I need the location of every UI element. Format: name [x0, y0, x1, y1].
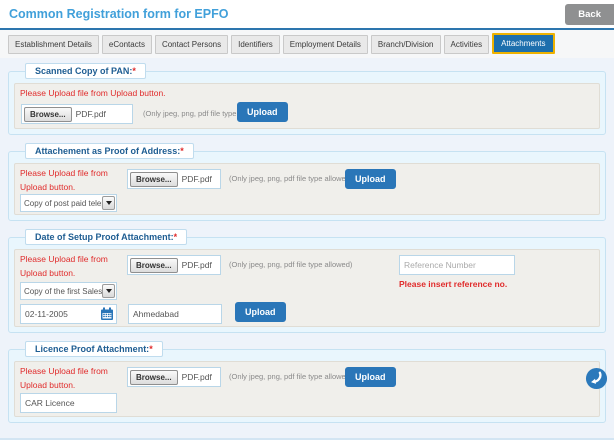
licence-file-input[interactable]: Browse... PDF.pdf — [127, 367, 221, 387]
tab-attachments[interactable]: Attachments — [492, 33, 554, 54]
address-file-name: PDF.pdf — [182, 174, 212, 184]
required-mark: * — [132, 66, 136, 76]
legend-text: Scanned Copy of PAN: — [35, 66, 132, 76]
file-type-note: (Only jpeg, png, pdf file type allowed) — [229, 174, 352, 183]
page-title: Common Registration form for EPFO — [9, 7, 228, 21]
licence-upload-button[interactable]: Upload — [345, 367, 396, 387]
setup-upload-button[interactable]: Upload — [235, 302, 286, 322]
setup-file-name: PDF.pdf — [182, 260, 212, 270]
setup-doc-type-value: Copy of the first Sales Inv — [21, 287, 102, 296]
section-scanned-pan: Scanned Copy of PAN:* Please Upload file… — [8, 71, 606, 135]
pan-upload-button[interactable]: Upload — [237, 102, 288, 122]
reference-error-text: Please insert reference no. — [399, 278, 507, 292]
required-mark: * — [149, 344, 153, 354]
upload-instruction-text: Please Upload file from Upload button. — [20, 365, 132, 392]
page-header: Common Registration form for EPFO Back — [0, 0, 614, 28]
setup-doc-type-select[interactable]: Copy of the first Sales Inv — [20, 282, 117, 300]
scroll-down-icon — [585, 378, 608, 393]
licence-browse-button[interactable]: Browse... — [130, 370, 178, 385]
pan-file-input[interactable]: Browse... PDF.pdf — [21, 104, 133, 124]
tab-identifiers[interactable]: Identifiers — [231, 35, 280, 54]
tab-branch-division[interactable]: Branch/Division — [371, 35, 441, 54]
tab-employment-details[interactable]: Employment Details — [283, 35, 368, 54]
legend-text: Date of Setup Proof Attachment: — [35, 232, 174, 242]
section-licence-proof: Licence Proof Attachment:* Please Upload… — [8, 349, 606, 423]
setup-browse-button[interactable]: Browse... — [130, 258, 178, 273]
section-address-proof-body: Please Upload file from Upload button. B… — [14, 163, 600, 215]
tab-contact-persons[interactable]: Contact Persons — [155, 35, 228, 54]
section-setup-date-proof: Date of Setup Proof Attachment:* Please … — [8, 237, 606, 333]
reference-number-input[interactable] — [399, 255, 515, 275]
tab-establishment-details[interactable]: Establishment Details — [8, 35, 99, 54]
address-doc-type-value: Copy of post paid telephi — [21, 199, 102, 208]
pan-file-name: PDF.pdf — [76, 109, 106, 119]
upload-instruction-text: Please Upload file from Upload button. — [20, 253, 132, 280]
legend-text: Attachement as Proof of Address: — [35, 146, 180, 156]
calendar-icon[interactable] — [100, 307, 114, 321]
required-mark: * — [174, 232, 178, 242]
legend-text: Licence Proof Attachment: — [35, 344, 149, 354]
section-licence-proof-legend: Licence Proof Attachment:* — [25, 341, 163, 357]
dropdown-arrow-icon[interactable] — [102, 196, 115, 210]
section-scanned-pan-legend: Scanned Copy of PAN:* — [25, 63, 146, 79]
address-browse-button[interactable]: Browse... — [130, 172, 178, 187]
section-address-proof: Attachement as Proof of Address:* Please… — [8, 151, 606, 221]
scroll-down-button[interactable] — [585, 367, 608, 390]
section-setup-date-proof-legend: Date of Setup Proof Attachment:* — [25, 229, 187, 245]
upload-instruction-text: Please Upload file from Upload button. — [20, 87, 166, 101]
pan-browse-button[interactable]: Browse... — [24, 107, 72, 122]
licence-file-name: PDF.pdf — [182, 372, 212, 382]
file-type-note: (Only jpeg, png, pdf file type allowed) — [229, 372, 352, 381]
section-scanned-pan-body: Please Upload file from Upload button. B… — [14, 83, 600, 129]
licence-name-input[interactable] — [20, 393, 117, 413]
tab-bar: Establishment Details eContacts Contact … — [0, 28, 614, 58]
section-address-proof-legend: Attachement as Proof of Address:* — [25, 143, 194, 159]
address-file-input[interactable]: Browse... PDF.pdf — [127, 169, 221, 189]
back-button[interactable]: Back — [565, 4, 614, 25]
required-mark: * — [180, 146, 184, 156]
tab-activities[interactable]: Activities — [444, 35, 490, 54]
attachments-panel: Scanned Copy of PAN:* Please Upload file… — [0, 58, 614, 440]
dropdown-arrow-icon[interactable] — [102, 284, 115, 298]
tab-econtacts[interactable]: eContacts — [102, 35, 152, 54]
section-setup-date-proof-body: Please Upload file from Upload button. B… — [14, 249, 600, 327]
file-type-note: (Only jpeg, png, pdf file type allowed) — [229, 260, 352, 269]
section-licence-proof-body: Please Upload file from Upload button. B… — [14, 361, 600, 417]
upload-instruction-text: Please Upload file from Upload button. — [20, 167, 132, 194]
setup-date-field[interactable] — [20, 304, 117, 324]
setup-date-input[interactable] — [21, 309, 89, 319]
setup-file-input[interactable]: Browse... PDF.pdf — [127, 255, 221, 275]
address-upload-button[interactable]: Upload — [345, 169, 396, 189]
setup-place-input[interactable] — [128, 304, 222, 324]
address-doc-type-select[interactable]: Copy of post paid telephi — [20, 194, 117, 212]
